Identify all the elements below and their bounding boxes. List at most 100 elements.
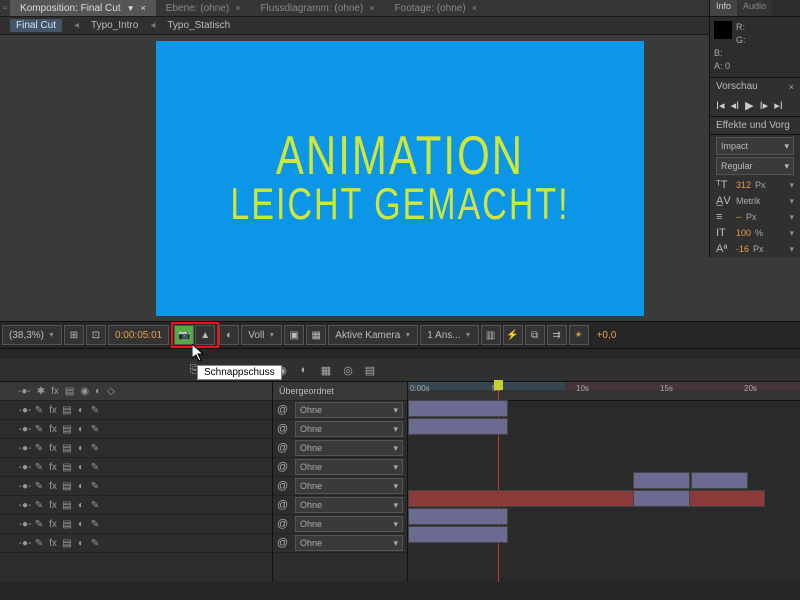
layer-bar[interactable] bbox=[691, 472, 748, 489]
next-frame-button[interactable]: I▸ bbox=[760, 99, 769, 112]
fx-switch[interactable]: fx bbox=[46, 424, 60, 435]
breadcrumb-item[interactable]: Typo_Intro bbox=[91, 20, 138, 31]
kerning-field[interactable]: A̲VMetrik▾ bbox=[710, 193, 800, 209]
font-style-select[interactable]: Regular▾ bbox=[716, 157, 794, 175]
close-icon[interactable]: × bbox=[141, 3, 146, 13]
tab-composition[interactable]: Komposition: Final Cut ▼ × bbox=[10, 0, 156, 16]
switch-icon[interactable]: ▤ bbox=[60, 538, 74, 549]
leading-field[interactable]: ≡--Px▾ bbox=[710, 209, 800, 225]
pickwhip-icon[interactable]: @ bbox=[277, 499, 295, 511]
switch-icon[interactable]: ▤ bbox=[60, 500, 74, 511]
pickwhip-icon[interactable]: @ bbox=[277, 461, 295, 473]
layer-switches-row[interactable]: -●-✎fx▤◐✎ bbox=[0, 477, 272, 496]
switch-icon[interactable]: ◐ bbox=[74, 500, 88, 511]
comp-flowchart-button[interactable]: ⇉ bbox=[547, 325, 567, 345]
tab-info[interactable]: Info bbox=[710, 0, 737, 16]
breadcrumb-item[interactable]: Final Cut bbox=[10, 19, 62, 32]
exposure-reset-button[interactable]: ✴ bbox=[569, 325, 589, 345]
parent-select[interactable]: Ohne▾ bbox=[295, 497, 403, 513]
views-select[interactable]: 1 Ans...▼ bbox=[420, 325, 478, 345]
last-frame-button[interactable]: ▸I bbox=[774, 99, 783, 112]
switch-icon[interactable]: -●- bbox=[18, 538, 32, 549]
brain-button[interactable]: ◎ bbox=[338, 361, 358, 379]
switch-icon[interactable]: ▤ bbox=[60, 424, 74, 435]
layer-switches-row[interactable]: -●-✎fx▤◐✎ bbox=[0, 534, 272, 553]
tab-flowchart[interactable]: Flussdiagramm: (ohne) × bbox=[250, 0, 384, 16]
breadcrumb-item[interactable]: Typo_Statisch bbox=[167, 20, 230, 31]
switch-icon[interactable]: ✎ bbox=[88, 481, 102, 492]
pickwhip-icon[interactable]: @ bbox=[277, 518, 295, 530]
parent-select[interactable]: Ohne▾ bbox=[295, 421, 403, 437]
fast-preview-button[interactable]: ⚡ bbox=[503, 325, 523, 345]
switch-icon[interactable]: ✎ bbox=[32, 424, 46, 435]
switch-icon[interactable]: ✎ bbox=[32, 481, 46, 492]
switch-icon[interactable]: ◐ bbox=[74, 519, 88, 530]
switch-icon[interactable]: ▤ bbox=[60, 519, 74, 530]
resolution-select[interactable]: Voll▼ bbox=[241, 325, 282, 345]
switch-icon[interactable]: ◐ bbox=[74, 405, 88, 416]
transparency-grid-button[interactable]: ▦ bbox=[306, 325, 326, 345]
font-family-select[interactable]: Impact▾ bbox=[716, 137, 794, 155]
pickwhip-icon[interactable]: @ bbox=[277, 442, 295, 454]
switch-icon[interactable]: ✎ bbox=[88, 538, 102, 549]
tab-footage[interactable]: Footage: (ohne) × bbox=[385, 0, 487, 16]
switch-icon[interactable]: ✎ bbox=[88, 405, 102, 416]
switch-icon[interactable]: ✎ bbox=[32, 443, 46, 454]
pickwhip-icon[interactable]: @ bbox=[277, 423, 295, 435]
layer-bar[interactable] bbox=[408, 400, 508, 417]
channel-button[interactable]: ◐ bbox=[219, 325, 239, 345]
fx-switch[interactable]: fx bbox=[46, 481, 60, 492]
current-timecode[interactable]: 0:00:05:01 bbox=[108, 325, 169, 345]
switch-icon[interactable]: ✎ bbox=[88, 443, 102, 454]
switch-icon[interactable]: ✎ bbox=[32, 462, 46, 473]
parent-select[interactable]: Ohne▾ bbox=[295, 402, 403, 418]
first-frame-button[interactable]: I◂ bbox=[716, 99, 725, 112]
layer-switches-row[interactable]: -●-✎fx▤◐✎ bbox=[0, 458, 272, 477]
play-button[interactable]: ▶ bbox=[745, 99, 753, 112]
vscale-field[interactable]: IT100%▾ bbox=[710, 225, 800, 241]
switch-icon[interactable]: ▤ bbox=[60, 481, 74, 492]
switch-icon[interactable]: ✎ bbox=[32, 538, 46, 549]
switch-icon[interactable]: ✎ bbox=[88, 500, 102, 511]
parent-select[interactable]: Ohne▾ bbox=[295, 459, 403, 475]
switch-icon[interactable]: ◐ bbox=[74, 424, 88, 435]
roi-button[interactable]: ▣ bbox=[284, 325, 304, 345]
baseline-field[interactable]: Aª-16Px▾ bbox=[710, 241, 800, 257]
parent-select[interactable]: Ohne▾ bbox=[295, 478, 403, 494]
layer-bar[interactable] bbox=[408, 508, 508, 525]
switch-icon[interactable]: ◐ bbox=[74, 538, 88, 549]
tab-audio[interactable]: Audio bbox=[737, 0, 772, 16]
switch-icon[interactable]: -●- bbox=[18, 500, 32, 511]
timeline-tracks[interactable]: 0:00s 5s 10s 15s 20s bbox=[408, 382, 800, 582]
filmstrip-button[interactable]: ▤ bbox=[360, 361, 380, 379]
pixel-aspect-button[interactable]: ▥ bbox=[481, 325, 501, 345]
layer-bar[interactable] bbox=[408, 418, 508, 435]
close-icon[interactable]: × bbox=[472, 3, 477, 13]
fx-switch[interactable]: fx bbox=[46, 519, 60, 530]
pickwhip-icon[interactable]: @ bbox=[277, 404, 295, 416]
switch-icon[interactable]: ✎ bbox=[32, 405, 46, 416]
layer-bar[interactable] bbox=[633, 472, 690, 489]
zoom-level[interactable]: (38,3%)▼ bbox=[2, 325, 62, 345]
switch-icon[interactable]: ◐ bbox=[74, 481, 88, 492]
adjustment-button[interactable]: ◐ bbox=[294, 361, 314, 379]
switch-icon[interactable]: ▤ bbox=[60, 462, 74, 473]
parent-select[interactable]: Ohne▾ bbox=[295, 440, 403, 456]
layer-switches-row[interactable]: -●-✎fx▤◐✎ bbox=[0, 496, 272, 515]
switch-icon[interactable]: ◐ bbox=[74, 443, 88, 454]
exposure-value[interactable]: +0,0 bbox=[591, 326, 623, 344]
switch-icon[interactable]: ✎ bbox=[32, 500, 46, 511]
switch-icon[interactable]: -●- bbox=[18, 405, 32, 416]
close-icon[interactable]: × bbox=[235, 3, 240, 13]
show-snapshot-button[interactable]: ▲ bbox=[195, 325, 215, 345]
layer-bar[interactable] bbox=[633, 490, 690, 507]
grid-button[interactable]: ⊞ bbox=[64, 325, 84, 345]
font-size-field[interactable]: ᵀT312Px▾ bbox=[710, 177, 800, 193]
tab-layer[interactable]: Ebene: (ohne) × bbox=[156, 0, 251, 16]
fx-switch[interactable]: fx bbox=[46, 538, 60, 549]
layer-bar[interactable] bbox=[408, 490, 765, 507]
switch-icon[interactable]: ✎ bbox=[32, 519, 46, 530]
pickwhip-icon[interactable]: @ bbox=[277, 480, 295, 492]
chevron-down-icon[interactable]: ▼ bbox=[127, 4, 135, 13]
pickwhip-icon[interactable]: @ bbox=[277, 537, 295, 549]
